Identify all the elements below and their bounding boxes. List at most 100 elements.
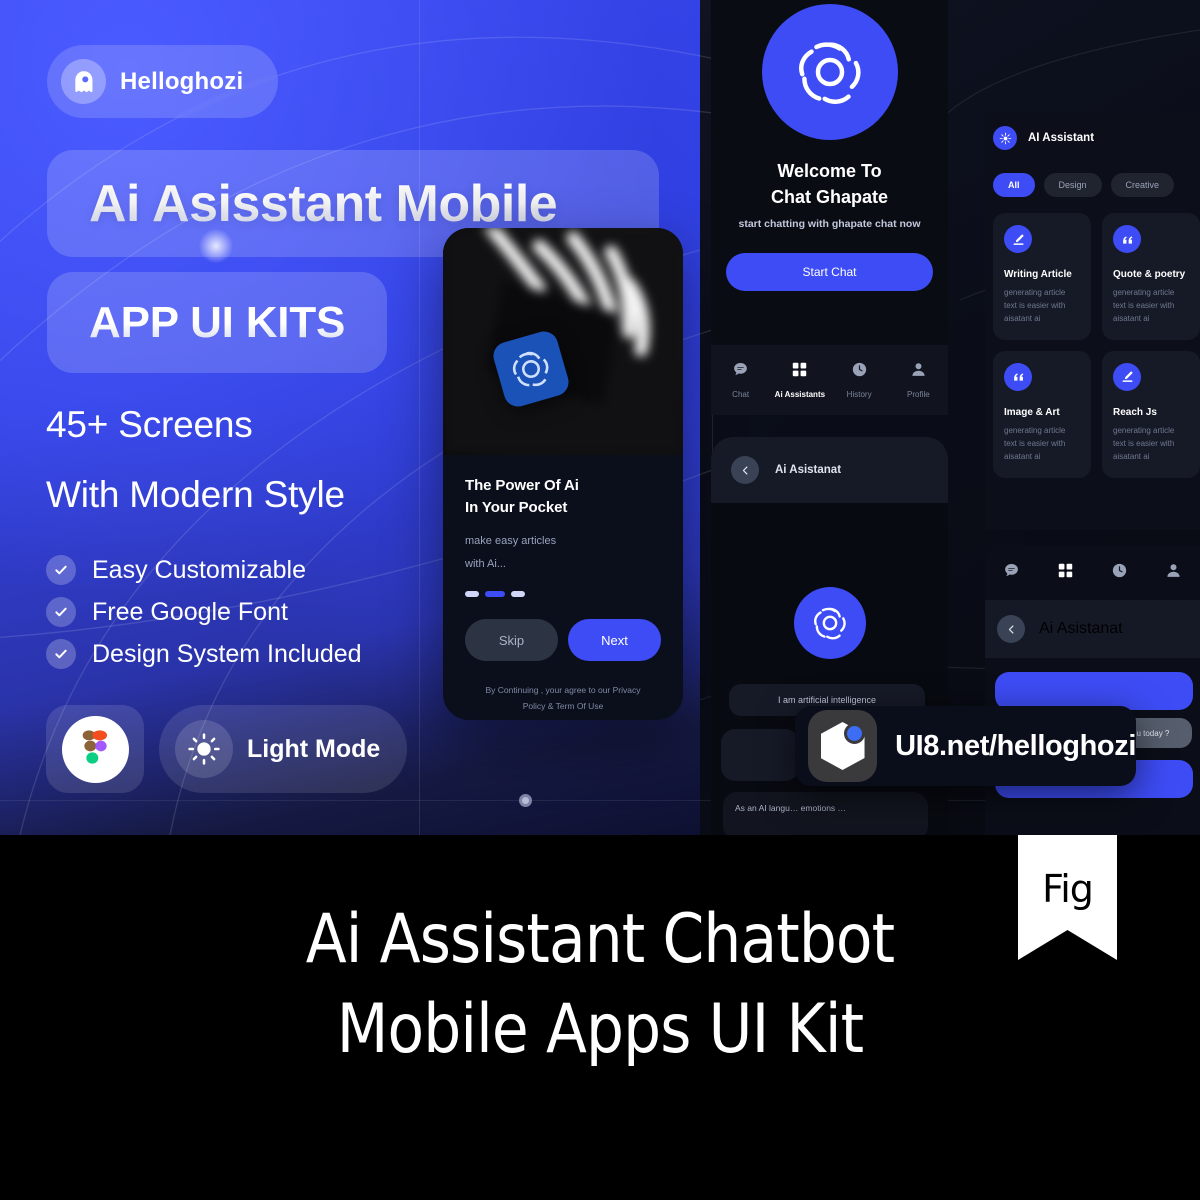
grid-node-dot: [519, 794, 532, 807]
welcome-title: Welcome To Chat Ghapate: [711, 159, 948, 210]
feature-label: Easy Customizable: [92, 555, 306, 584]
feature-item: Easy Customizable: [46, 555, 306, 585]
assistant-card-grid: Writing Article generating article text …: [985, 197, 1200, 478]
category-filter-chips: All Design Creative: [985, 150, 1200, 197]
onboarding-pagination-dots[interactable]: [465, 591, 661, 598]
chat-bubble-user: [995, 672, 1193, 710]
chat-panel-title: Ai Asistanat: [1039, 620, 1123, 637]
assistant-card[interactable]: Image & Art generating article text is e…: [993, 350, 1091, 478]
chat-bubble-icon: [732, 361, 749, 383]
check-icon: [46, 597, 76, 627]
pen-icon: [1004, 225, 1032, 253]
tab-chat[interactable]: Chat: [711, 345, 770, 415]
assistant-card-desc: generating article text is easier with a…: [1004, 288, 1066, 323]
chip-creative[interactable]: Creative: [1110, 173, 1175, 197]
chevron-left-icon[interactable]: [997, 615, 1025, 643]
quote-icon: [1004, 362, 1032, 391]
subheadline-screens: 45+ Screens: [46, 404, 253, 445]
welcome-subtitle: start chatting with ghapate chat now: [738, 218, 921, 230]
onboarding-subtitle-line2: with Ai...: [465, 558, 506, 571]
tab-profile[interactable]: [1146, 562, 1200, 584]
start-chat-button[interactable]: Start Chat: [726, 253, 933, 291]
sparkle-icon: [993, 126, 1017, 150]
clock-icon: [851, 361, 868, 383]
ribbon-label: Fig: [1042, 867, 1094, 911]
chat-bubble-icon: [1003, 562, 1020, 584]
chevron-left-icon[interactable]: [731, 456, 759, 484]
onboarding-subtitle-line1: make easy articles: [465, 535, 557, 548]
tab-ai-assistants[interactable]: Ai Assistants: [770, 345, 829, 415]
chat-panel-header: Ai Asistanat: [985, 600, 1200, 658]
ai-assistant-header: AI Assistant: [985, 112, 1200, 150]
welcome-tabbar: Chat Ai Assistants History Profile: [711, 345, 948, 415]
chat-title: Ai Asistanat: [775, 464, 842, 476]
poster-canvas: Helloghozi Ai Asisstant Mobile APP UI KI…: [0, 0, 1200, 1200]
skip-button[interactable]: Skip: [465, 619, 558, 662]
brand-logo-pill[interactable]: Helloghozi: [47, 45, 278, 118]
assistant-card-desc: generating article text is easier with a…: [1113, 288, 1175, 323]
assistant-card-desc: generating article text is easier with a…: [1004, 425, 1066, 461]
onboarding-title-line2: In Your Pocket: [465, 499, 568, 517]
clock-icon: [1111, 562, 1128, 584]
assistant-card[interactable]: Reach Js generating article text is easi…: [1102, 350, 1200, 478]
headline-secondary-text: APP UI KITS: [89, 297, 346, 347]
glow-accent-dot: [198, 228, 234, 264]
legal-line-1: By Continuing , your agree to our Privac…: [485, 685, 641, 696]
tab-chat-label: Chat: [732, 390, 750, 399]
quote-icon: [1113, 225, 1141, 253]
tab-chat[interactable]: [985, 562, 1039, 584]
chat-panel: Ai Asistanat you today ? how to learn fa…: [985, 545, 1200, 835]
pagination-dot[interactable]: [465, 591, 479, 598]
tab-history[interactable]: [1093, 562, 1147, 584]
chat-panel-tabbar: [985, 545, 1200, 600]
tab-ai-assistants-label: Ai Assistants: [774, 390, 826, 399]
tab-history[interactable]: History: [830, 345, 889, 415]
assistant-card[interactable]: Quote & poetry generating article text i…: [1102, 213, 1200, 340]
person-icon: [1165, 562, 1182, 584]
onboarding-content: The Power Of Ai In Your Pocket make easy…: [443, 455, 683, 720]
chat-header: Ai Asistanat: [711, 437, 948, 503]
welcome-phone-mockup: Welcome To Chat Ghapate start chatting w…: [711, 0, 948, 415]
promo-badge[interactable]: UI8.net/helloghozi: [795, 706, 1136, 786]
chip-all[interactable]: All: [993, 173, 1035, 197]
chip-design[interactable]: Design: [1043, 173, 1102, 197]
check-icon: [46, 639, 76, 669]
ui8-hex-icon: [808, 710, 878, 782]
poster-title-line1: Ai Assistant Chatbot: [305, 900, 895, 979]
hand-holding-phone-photo: [443, 228, 683, 455]
assistant-card[interactable]: Writing Article generating article text …: [993, 213, 1091, 340]
chatgpt-avatar-icon: [793, 587, 866, 659]
figma-button[interactable]: [46, 705, 144, 793]
chatgpt-logo-icon: [761, 4, 898, 140]
next-button[interactable]: Next: [568, 619, 661, 662]
onboarding-actions: Skip Next: [465, 619, 661, 662]
welcome-title-line1: Welcome To: [777, 161, 882, 181]
onboarding-title-line1: The Power Of Ai: [465, 477, 579, 494]
light-mode-toggle[interactable]: Light Mode: [159, 705, 407, 793]
figma-icon: [61, 715, 129, 783]
promo-url: UI8.net/helloghozi: [895, 729, 1136, 762]
pagination-dot[interactable]: [511, 591, 525, 598]
grid-icon: [791, 361, 808, 383]
legal-line-2: Policy & Term Of Use: [522, 700, 604, 711]
tab-history-label: History: [846, 390, 872, 399]
ai-assistant-title: AI Assistant: [1028, 132, 1095, 144]
tab-ai-assistants[interactable]: [1039, 562, 1093, 584]
assistant-card-title: Reach Js: [1113, 406, 1157, 418]
headline-primary-text: Ai Asisstant Mobile: [89, 174, 558, 233]
pen-icon: [1113, 362, 1141, 391]
assistant-card-title: Image & Art: [1004, 406, 1060, 418]
hero-section: Helloghozi Ai Asisstant Mobile APP UI KI…: [0, 0, 1200, 835]
light-mode-label: Light Mode: [247, 734, 381, 763]
ghost-logo-icon: [61, 59, 106, 104]
chat-message-placeholder: [721, 729, 799, 781]
grid-line-vertical: [419, 0, 420, 835]
person-icon: [910, 361, 927, 383]
tab-profile[interactable]: Profile: [889, 345, 948, 415]
pagination-dot-active[interactable]: [485, 591, 505, 598]
poster-title-line2: Mobile Apps UI Kit: [336, 990, 864, 1070]
grid-icon: [1057, 562, 1074, 584]
chat-message-bubble: As an AI langu… emotions …: [723, 792, 928, 835]
hero-photo: [443, 228, 683, 455]
chat-panel-messages: you today ? how to learn fast ?: [985, 658, 1200, 798]
